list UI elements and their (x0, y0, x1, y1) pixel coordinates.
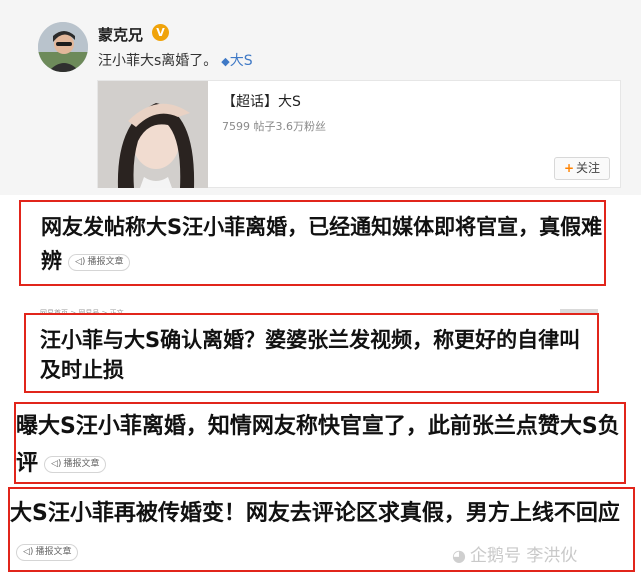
post-text: 汪小菲大s离婚了。 ◆大S (98, 50, 253, 70)
headline-text: 曝大S汪小菲离婚，知情网友称快官宣了，此前张兰点赞大S负评 (16, 414, 620, 476)
read-aloud-button[interactable]: ◁) 播报文章 (16, 543, 79, 561)
weibo-post: 蒙克兄 V 汪小菲大s离婚了。 ◆大S 【超话】大S 7599 帖子3.6万粉丝 … (0, 0, 641, 195)
portrait-image-icon (98, 81, 208, 188)
plus-icon: + (563, 161, 575, 175)
watermark: ◕ 企鹅号 李洪伙 (452, 541, 577, 566)
speaker-icon: ◁) (23, 546, 34, 557)
post-body: 汪小菲大s离婚了。 (98, 53, 218, 69)
headline-text: 大S汪小菲再被传婚变！网友去评论区求真假，男方上线不回应 (10, 501, 620, 526)
username[interactable]: 蒙克兄 (98, 24, 143, 45)
speaker-icon: ◁) (51, 458, 62, 469)
read-aloud-button[interactable]: ◁) 播报文章 (44, 455, 107, 473)
topic-stats: 7599 帖子3.6万粉丝 (222, 120, 326, 133)
headline-text: 汪小菲与大S确认离婚？婆婆张兰发视频，称更好的自律叫及时止损 (40, 328, 581, 382)
penguin-logo-icon: ◕ (452, 546, 466, 565)
avatar[interactable] (38, 22, 88, 72)
topic-title: 【超话】大S (222, 94, 301, 110)
headline-box-2[interactable]: 汪小菲与大S确认离婚？婆婆张兰发视频，称更好的自律叫及时止损 (24, 313, 599, 393)
read-aloud-label: 播报文章 (63, 458, 100, 469)
speaker-icon: ◁) (75, 256, 86, 267)
read-aloud-label: 播报文章 (87, 256, 124, 267)
topic-thumbnail (98, 81, 208, 188)
topic-card[interactable]: 【超话】大S 7599 帖子3.6万粉丝 + 关注 (97, 80, 621, 188)
super-topic-icon: ◆ (221, 55, 230, 68)
headline-box-1[interactable]: 网友发帖称大S汪小菲离婚，已经通知媒体即将官宣，真假难辨 ◁) 播报文章 (19, 200, 606, 286)
follow-label: 关注 (576, 161, 601, 175)
read-aloud-label: 播报文章 (35, 546, 72, 557)
watermark-text: 企鹅号 李洪伙 (469, 546, 578, 566)
headline-box-3[interactable]: 曝大S汪小菲离婚，知情网友称快官宣了，此前张兰点赞大S负评 ◁) 播报文章 (14, 402, 626, 484)
follow-button[interactable]: + 关注 (554, 157, 610, 180)
avatar-photo-icon (38, 22, 88, 72)
verified-icon: V (152, 24, 169, 41)
topic-link[interactable]: 大S (230, 53, 253, 69)
read-aloud-button[interactable]: ◁) 播报文章 (68, 253, 131, 271)
